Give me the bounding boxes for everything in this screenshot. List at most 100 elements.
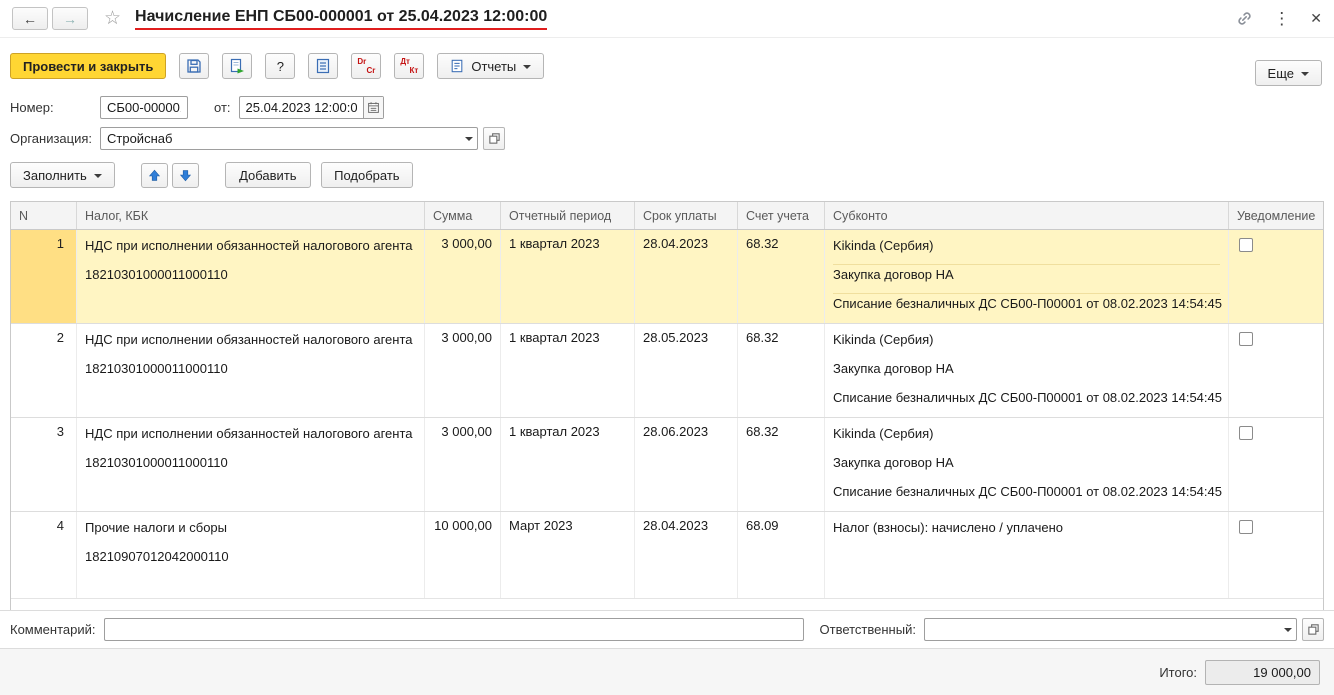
organization-value: Стройснаб xyxy=(107,131,173,146)
due-date-cell[interactable]: 28.04.2023 xyxy=(635,230,738,323)
responsible-combo[interactable] xyxy=(923,618,1297,641)
subconto-line: Kikinda (Сербия) xyxy=(833,332,934,347)
post-button[interactable] xyxy=(222,53,253,79)
dropdown-icon[interactable] xyxy=(1280,619,1296,640)
kbk-code: 18210301000011000110 xyxy=(85,361,228,376)
move-down-button[interactable] xyxy=(171,162,199,188)
favorite-star-icon[interactable]: ☆ xyxy=(104,9,121,28)
due-date-cell[interactable]: 28.05.2023 xyxy=(635,324,738,417)
pick-button[interactable]: Подобрать xyxy=(320,162,413,188)
tax-kbk-cell[interactable]: НДС при исполнении обязанностей налогово… xyxy=(77,418,425,511)
period-cell[interactable]: Март 2023 xyxy=(501,512,635,598)
table-row[interactable]: 2 НДС при исполнении обязанностей налого… xyxy=(11,324,1323,418)
row-number-cell[interactable]: 3 xyxy=(11,418,77,511)
sum-cell[interactable]: 3 000,00 xyxy=(425,418,501,511)
column-header-sum[interactable]: Сумма xyxy=(425,202,501,229)
add-row-button[interactable]: Добавить xyxy=(224,162,311,188)
total-label: Итого: xyxy=(1159,664,1197,680)
fill-button[interactable]: Заполнить xyxy=(10,162,115,188)
sum-cell[interactable]: 3 000,00 xyxy=(425,230,501,323)
dr-cr-icon: Dr Cr xyxy=(357,56,376,75)
notification-checkbox[interactable] xyxy=(1239,426,1253,440)
forward-arrow-icon: → xyxy=(63,10,77,27)
chevron-down-icon xyxy=(1301,71,1309,80)
tax-kbk-cell[interactable]: Прочие налоги и сборы 182109070120420001… xyxy=(77,512,425,598)
account-cell[interactable]: 68.32 xyxy=(738,324,825,417)
forward-button[interactable]: → xyxy=(52,7,88,30)
register-records-button[interactable] xyxy=(308,53,339,79)
move-up-button[interactable] xyxy=(140,162,168,188)
save-button[interactable] xyxy=(179,53,210,79)
responsible-label: Ответственный: xyxy=(819,622,916,637)
subconto-cell[interactable]: Налог (взносы): начислено / уплачено xyxy=(825,512,1229,598)
post-document-icon xyxy=(229,58,246,75)
subconto-cell[interactable]: Kikinda (Сербия) Закупка договор НА Спис… xyxy=(825,230,1229,323)
subconto-cell[interactable]: Kikinda (Сербия) Закупка договор НА Спис… xyxy=(825,324,1229,417)
save-icon xyxy=(186,58,202,74)
column-header-account[interactable]: Счет учета xyxy=(738,202,825,229)
row-number-cell[interactable]: 2 xyxy=(11,324,77,417)
arrow-up-icon xyxy=(148,169,160,181)
link-icon[interactable] xyxy=(1236,10,1253,27)
table-command-bar: Заполнить Добавить Подобрать xyxy=(0,154,1334,192)
column-header-tax-kbk[interactable]: Налог, КБК xyxy=(77,202,425,229)
subconto-line: Списание безналичных ДС СБ00-П00001 от 0… xyxy=(833,390,1222,405)
kbk-code: 18210301000011000110 xyxy=(85,455,228,470)
due-date-cell[interactable]: 28.06.2023 xyxy=(635,418,738,511)
reports-button[interactable]: Отчеты xyxy=(437,53,545,79)
help-button[interactable]: ? xyxy=(265,53,296,79)
subconto-line: Закупка договор НА xyxy=(833,455,954,470)
column-header-subconto[interactable]: Субконто xyxy=(825,202,1229,229)
sum-cell[interactable]: 10 000,00 xyxy=(425,512,501,598)
notification-checkbox[interactable] xyxy=(1239,238,1253,252)
account-cell[interactable]: 68.32 xyxy=(738,230,825,323)
post-and-close-button[interactable]: Провести и закрыть xyxy=(10,53,167,79)
notification-checkbox[interactable] xyxy=(1239,332,1253,346)
notification-checkbox[interactable] xyxy=(1239,520,1253,534)
number-label: Номер: xyxy=(10,100,54,115)
dt-kt-icon: Дт Кт xyxy=(400,56,419,75)
kbk-code: 18210301000011000110 xyxy=(85,267,228,282)
add-button-label: Добавить xyxy=(239,167,297,183)
more-button[interactable]: Еще xyxy=(1254,60,1322,86)
row-number-cell[interactable]: 4 xyxy=(11,512,77,598)
period-cell[interactable]: 1 квартал 2023 xyxy=(501,324,635,417)
table-row[interactable]: 1 НДС при исполнении обязанностей налого… xyxy=(11,230,1323,324)
table-row[interactable]: 4 Прочие налоги и сборы 1821090701204200… xyxy=(11,512,1323,599)
column-header-due-date[interactable]: Срок уплаты xyxy=(635,202,738,229)
number-input[interactable]: СБ00-000001 xyxy=(100,96,188,119)
sum-cell[interactable]: 3 000,00 xyxy=(425,324,501,417)
dropdown-icon[interactable] xyxy=(461,128,477,149)
dr-cr-postings-button[interactable]: Dr Cr xyxy=(351,53,382,79)
subconto-cell[interactable]: Kikinda (Сербия) Закупка договор НА Спис… xyxy=(825,418,1229,511)
date-input[interactable]: 25.04.2023 12:00:00 xyxy=(238,96,384,119)
tax-name: НДС при исполнении обязанностей налогово… xyxy=(85,332,413,347)
window-menu-icon[interactable]: ⋮ xyxy=(1273,9,1290,29)
account-cell[interactable]: 68.09 xyxy=(738,512,825,598)
open-organization-button[interactable] xyxy=(483,127,505,150)
help-icon: ? xyxy=(276,58,284,74)
organization-combo[interactable]: Стройснаб xyxy=(100,127,478,150)
period-cell[interactable]: 1 квартал 2023 xyxy=(501,418,635,511)
tax-kbk-cell[interactable]: НДС при исполнении обязанностей налогово… xyxy=(77,324,425,417)
column-header-n[interactable]: N xyxy=(11,202,77,229)
account-cell[interactable]: 68.32 xyxy=(738,418,825,511)
due-date-cell[interactable]: 28.04.2023 xyxy=(635,512,738,598)
row-number-cell[interactable]: 1 xyxy=(11,230,77,323)
column-header-period[interactable]: Отчетный период xyxy=(501,202,635,229)
calendar-icon[interactable] xyxy=(362,97,383,118)
total-field: 19 000,00 xyxy=(1205,659,1320,685)
notification-cell xyxy=(1229,512,1323,598)
column-header-notification[interactable]: Уведомление xyxy=(1229,202,1323,229)
tax-kbk-cell[interactable]: НДС при исполнении обязанностей налогово… xyxy=(77,230,425,323)
subconto-line: Закупка договор НА xyxy=(833,265,1220,294)
period-cell[interactable]: 1 квартал 2023 xyxy=(501,230,635,323)
dt-kt-postings-button[interactable]: Дт Кт xyxy=(394,53,425,79)
close-icon[interactable]: ✕ xyxy=(1310,10,1322,27)
back-button[interactable]: ← xyxy=(12,7,48,30)
table-row[interactable]: 3 НДС при исполнении обязанностей налого… xyxy=(11,418,1323,512)
subconto-line: Kikinda (Сербия) xyxy=(833,236,1220,265)
open-responsible-button[interactable] xyxy=(1302,618,1324,641)
taxes-table: N Налог, КБК Сумма Отчетный период Срок … xyxy=(10,201,1324,631)
comment-input[interactable] xyxy=(103,618,804,641)
